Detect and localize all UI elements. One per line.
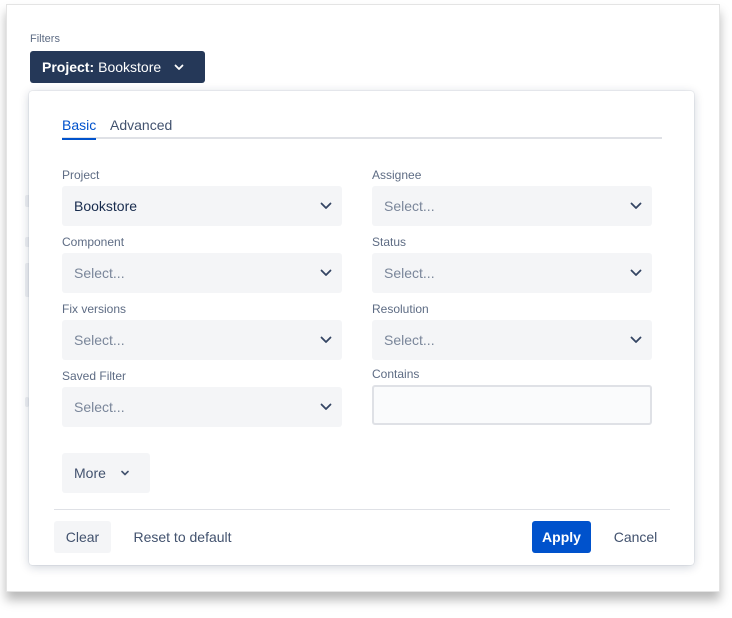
component-select[interactable]: Select... <box>62 253 342 293</box>
saved-filter-select-placeholder: Select... <box>74 399 125 415</box>
status-field-label: Status <box>372 235 407 249</box>
page-frame: Filters Project: Bookstore Basic Advance… <box>6 4 720 592</box>
filter-panel: Basic Advanced Project Bookstore Assigne… <box>29 91 694 565</box>
project-filter-button[interactable]: Project: Bookstore <box>30 51 205 83</box>
chevron-down-icon <box>174 64 184 70</box>
chevron-down-icon <box>121 470 129 476</box>
tab-basic[interactable]: Basic <box>62 117 97 140</box>
background-content: Filters Project: Bookstore Basic Advance… <box>7 5 721 593</box>
status-select[interactable]: Select... <box>372 253 652 293</box>
assignee-select-placeholder: Select... <box>384 198 435 214</box>
apply-button[interactable]: Apply <box>532 521 591 553</box>
project-button-value: Bookstore <box>98 59 162 75</box>
chevron-down-icon <box>320 202 332 209</box>
resolution-select[interactable]: Select... <box>372 320 652 360</box>
more-button[interactable]: More <box>62 453 150 493</box>
chevron-down-icon <box>630 336 642 343</box>
fix-versions-select-placeholder: Select... <box>74 332 125 348</box>
component-select-placeholder: Select... <box>74 265 125 281</box>
contains-field-label: Contains <box>372 367 420 381</box>
fix-versions-field-label: Fix versions <box>62 302 127 316</box>
saved-filter-select[interactable]: Select... <box>62 387 342 427</box>
assignee-field-label: Assignee <box>372 168 422 182</box>
project-button-prefix: Project: <box>42 59 95 75</box>
filters-label: Filters <box>30 33 60 45</box>
project-field-label: Project <box>62 168 100 182</box>
chevron-down-icon <box>630 202 642 209</box>
chevron-down-icon <box>630 269 642 276</box>
chevron-down-icon <box>320 269 332 276</box>
reset-to-default-button[interactable]: Reset to default <box>125 521 240 553</box>
tab-advanced[interactable]: Advanced <box>110 117 172 133</box>
component-field-label: Component <box>62 235 125 249</box>
resolution-select-placeholder: Select... <box>384 332 435 348</box>
cancel-button[interactable]: Cancel <box>607 521 664 553</box>
status-select-placeholder: Select... <box>384 265 435 281</box>
filter-tabs: Basic Advanced <box>62 115 662 140</box>
saved-filter-field-label: Saved Filter <box>62 369 127 383</box>
more-button-label: More <box>74 465 106 481</box>
footer-divider <box>54 509 670 510</box>
project-select-value: Bookstore <box>74 198 138 214</box>
contains-input[interactable] <box>372 385 652 425</box>
assignee-select[interactable]: Select... <box>372 186 652 226</box>
fix-versions-select[interactable]: Select... <box>62 320 342 360</box>
project-select[interactable]: Bookstore <box>62 186 342 226</box>
clear-button[interactable]: Clear <box>54 521 111 553</box>
chevron-down-icon <box>320 336 332 343</box>
resolution-field-label: Resolution <box>372 302 429 316</box>
chevron-down-icon <box>320 403 332 410</box>
